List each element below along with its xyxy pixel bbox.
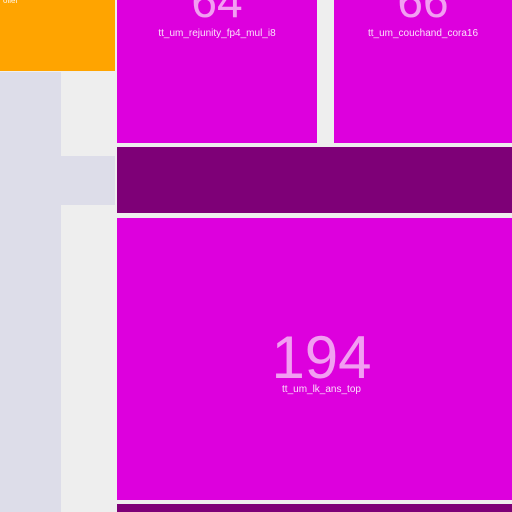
tile-couchand-value: 66 <box>397 0 449 27</box>
tile-lk-ans-label: tt_um_lk_ans_top <box>282 384 361 395</box>
tile-rejunity[interactable]: 64 tt_um_rejunity_fp4_mul_i8 <box>117 0 317 143</box>
tile-rejunity-label: tt_um_rejunity_fp4_mul_i8 <box>158 28 276 39</box>
orange-tile[interactable]: oller <box>0 0 115 71</box>
tile-couchand[interactable]: 66 tt_um_couchand_cora16 <box>334 0 512 143</box>
purple-bottom-strip[interactable] <box>117 504 512 512</box>
purple-bar[interactable] <box>117 147 512 213</box>
tile-rejunity-value: 64 <box>191 0 243 27</box>
tile-lk-ans-value: 194 <box>271 324 372 391</box>
left-lavender-band <box>61 156 115 205</box>
tile-couchand-label: tt_um_couchand_cora16 <box>367 28 479 39</box>
tile-lk-ans[interactable]: 194 tt_um_lk_ans_top <box>117 218 512 500</box>
orange-tile-label: oller <box>3 0 19 5</box>
left-lavender-column <box>0 72 61 512</box>
